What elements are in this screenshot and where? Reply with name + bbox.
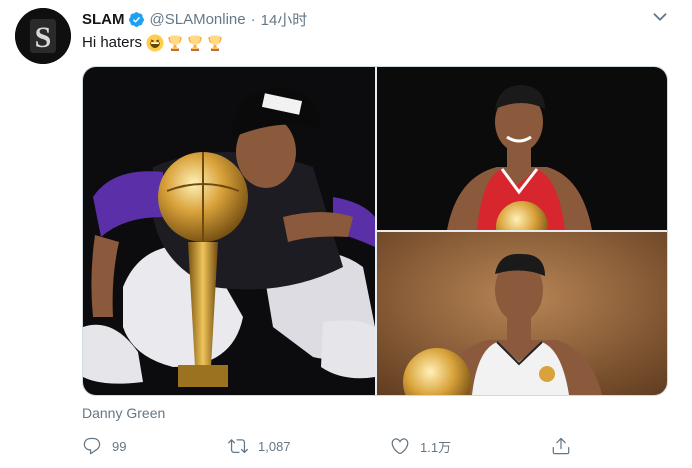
display-name[interactable]: SLAM xyxy=(82,11,125,28)
like-button[interactable]: 1.1万 xyxy=(390,434,451,458)
verified-badge-icon xyxy=(128,11,144,27)
tweet-actions: 99 1,087 1.1万 xyxy=(82,434,582,458)
photo-red-jersey[interactable] xyxy=(377,67,667,230)
trophy-icon xyxy=(206,34,224,52)
tweet[interactable]: S SLAM @SLAMonline · 14小时 Hi haters Dann… xyxy=(0,0,692,468)
reply-count: 99 xyxy=(112,438,127,454)
photo-trophy-seated[interactable] xyxy=(83,67,375,395)
media-grid xyxy=(82,66,668,396)
media-tagged-people[interactable]: Danny Green xyxy=(82,405,165,421)
avatar-letter: S xyxy=(35,21,52,54)
avatar[interactable]: S xyxy=(15,8,71,64)
share-button[interactable] xyxy=(551,434,581,458)
photo-white-jersey[interactable] xyxy=(377,232,667,395)
tweet-text: Hi haters xyxy=(82,33,224,53)
trophy-icon xyxy=(186,34,204,52)
tweet-header: SLAM @SLAMonline · 14小时 xyxy=(82,8,307,30)
tweet-timestamp[interactable]: 14小时 xyxy=(261,9,308,30)
retweet-icon xyxy=(228,439,248,454)
tweet-text-content: Hi haters xyxy=(82,34,143,51)
like-count: 1.1万 xyxy=(420,439,452,455)
heart-icon xyxy=(391,438,409,455)
trophy-icon xyxy=(166,34,184,52)
author-handle[interactable]: @SLAMonline xyxy=(150,11,246,28)
separator-dot: · xyxy=(250,10,256,28)
retweet-count: 1,087 xyxy=(258,438,291,454)
reply-button[interactable]: 99 xyxy=(82,434,126,458)
reply-icon xyxy=(83,437,101,455)
retweet-button[interactable]: 1,087 xyxy=(228,434,291,458)
slam-logo-icon: S xyxy=(15,8,71,64)
grinning-face-icon xyxy=(146,34,164,52)
chevron-down-icon[interactable] xyxy=(649,6,671,28)
share-icon xyxy=(552,437,570,455)
